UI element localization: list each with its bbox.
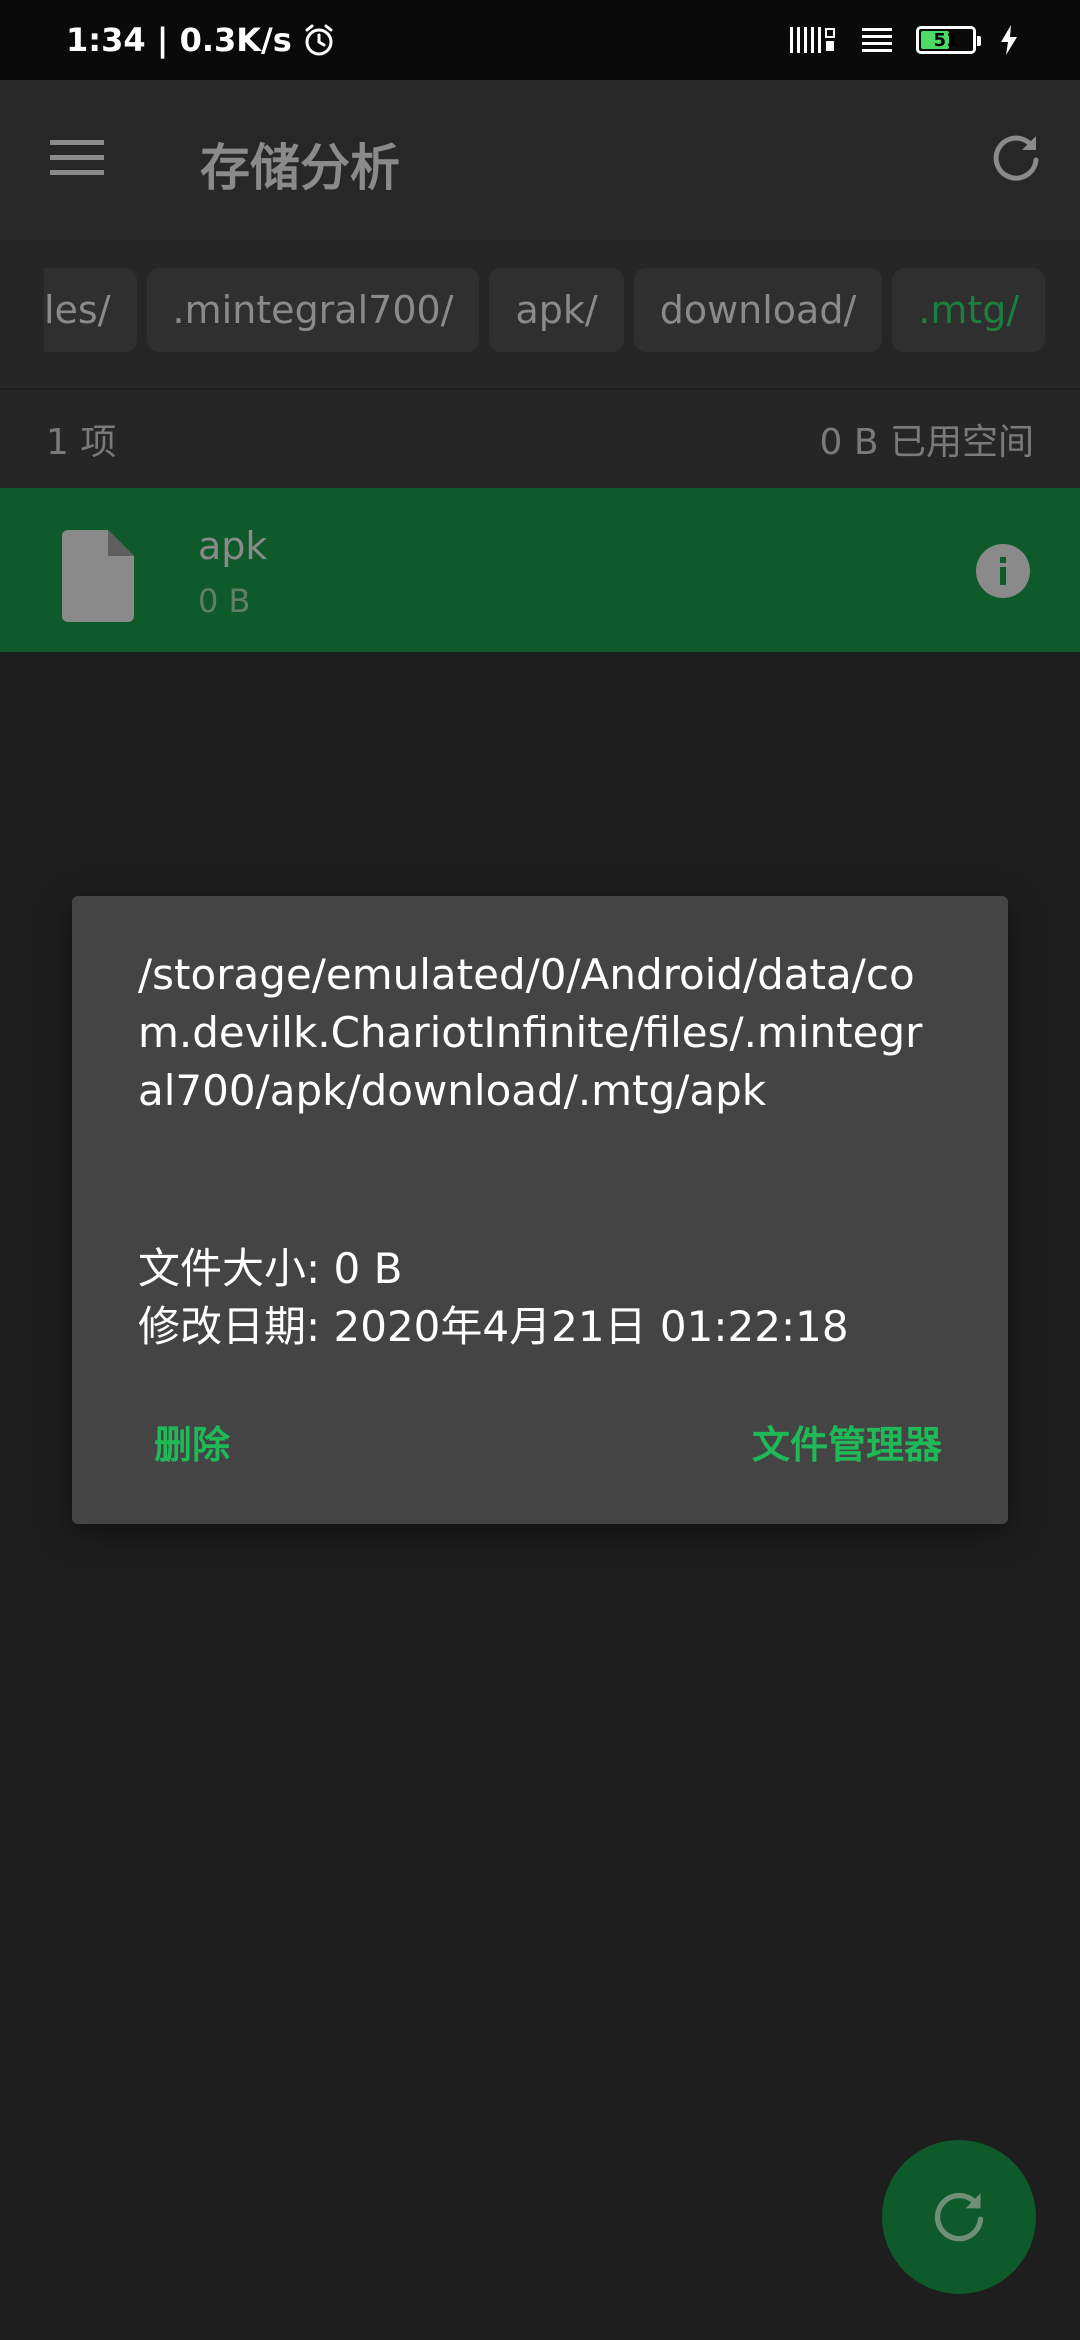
status-bar: 1:34 | 0.3K/s 51 xyxy=(0,0,1080,80)
breadcrumb: les/ .mintegral700/ apk/ download/ .mtg/ xyxy=(0,240,1080,388)
page-title: 存储分析 xyxy=(200,139,400,197)
refresh-fab[interactable] xyxy=(882,2140,1036,2294)
refresh-icon[interactable] xyxy=(990,132,1042,184)
list-item[interactable]: apk 0 B xyxy=(0,488,1080,652)
file-manager-button[interactable]: 文件管理器 xyxy=(752,1406,942,1476)
breadcrumb-list: les/ .mintegral700/ apk/ download/ .mtg/ xyxy=(44,268,1046,352)
modified-date-line: 修改日期: 2020年4月21日 01:22:18 xyxy=(138,1302,849,1351)
file-info-dialog: /storage/emulated/0/Android/data/com.dev… xyxy=(72,896,1008,1524)
file-path: /storage/emulated/0/Android/data/com.dev… xyxy=(138,950,923,1115)
menu-icon[interactable] xyxy=(50,138,104,178)
breadcrumb-item-mintegral700[interactable]: .mintegral700/ xyxy=(146,268,480,352)
used-space: 0 B 已用空间 xyxy=(819,422,1035,463)
refresh-icon xyxy=(934,2192,984,2242)
file-size: 0 B xyxy=(198,582,251,620)
delete-button[interactable]: 删除 xyxy=(154,1406,230,1476)
summary-bar: 1 项 0 B 已用空间 xyxy=(0,390,1080,488)
status-right: 51 xyxy=(788,24,1020,56)
breadcrumb-item-apk[interactable]: apk/ xyxy=(489,268,624,352)
charge-icon xyxy=(1001,25,1017,55)
breadcrumb-item-mtg[interactable]: .mtg/ xyxy=(892,268,1046,352)
signal-icon xyxy=(790,27,835,53)
alarm-icon xyxy=(305,24,333,56)
wifi-lines-icon xyxy=(862,28,892,52)
battery-icon: 51 xyxy=(916,26,981,54)
file-name: apk xyxy=(198,524,268,568)
toolbar: 存储分析 xyxy=(0,80,1080,240)
battery-level: 51 xyxy=(933,29,959,51)
file-size-line: 文件大小: 0 B xyxy=(138,1244,403,1293)
item-count: 1 项 xyxy=(46,422,117,463)
status-time: 1:34 | 0.3K/s xyxy=(66,21,292,59)
info-icon[interactable] xyxy=(976,544,1030,598)
breadcrumb-item-download[interactable]: download/ xyxy=(633,268,883,352)
file-icon xyxy=(62,530,134,622)
breadcrumb-item-files[interactable]: les/ xyxy=(44,268,137,352)
status-left: 1:34 | 0.3K/s xyxy=(66,21,336,59)
